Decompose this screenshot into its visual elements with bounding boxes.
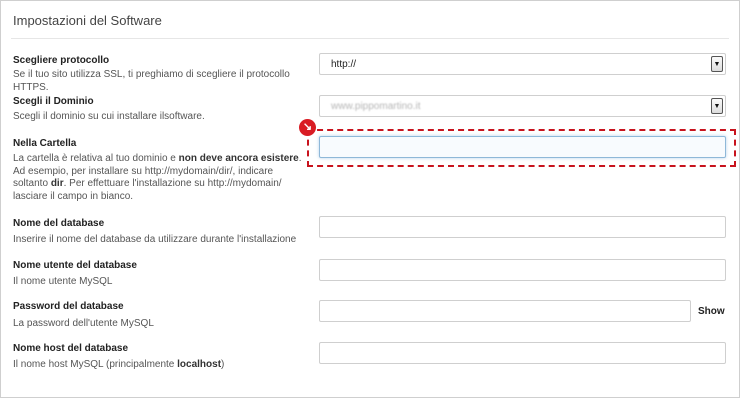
chevron-down-icon[interactable]: ▼ xyxy=(711,56,723,72)
domain-description: Scegli il dominio su cui installare ilso… xyxy=(13,111,205,122)
domain-selected-value: www.pippomartino.it xyxy=(331,100,421,112)
db-name-label: Nome del database xyxy=(13,218,105,229)
db-password-description: La password dell'utente MySQL xyxy=(13,318,154,329)
show-password-toggle[interactable]: Show xyxy=(698,306,725,317)
protocol-description: Se il tuo sito utilizza SSL, ti preghiam… xyxy=(13,69,290,93)
folder-label: Nella Cartella xyxy=(13,138,77,149)
db-user-label: Nome utente del database xyxy=(13,260,137,271)
db-user-description: Il nome utente MySQL xyxy=(13,276,113,287)
protocol-select[interactable]: http:// ▼ xyxy=(319,53,726,75)
db-host-input[interactable] xyxy=(319,342,726,364)
software-settings-panel: Impostazioni del Software Scegliere prot… xyxy=(0,0,740,398)
db-password-input[interactable] xyxy=(319,300,691,322)
chevron-down-icon[interactable]: ▼ xyxy=(711,98,723,114)
db-host-label: Nome host del database xyxy=(13,343,129,354)
db-user-input[interactable] xyxy=(319,259,726,281)
folder-description: La cartella è relativa al tuo dominio e … xyxy=(13,153,302,202)
db-name-description: Inserire il nome del database da utilizz… xyxy=(13,234,297,245)
domain-select[interactable]: www.pippomartino.it ▼ xyxy=(319,95,726,117)
db-password-label: Password del database xyxy=(13,301,124,312)
db-name-input[interactable] xyxy=(319,216,726,238)
protocol-selected-value: http:// xyxy=(331,58,357,70)
domain-label: Scegli il Dominio xyxy=(13,96,94,107)
folder-input[interactable] xyxy=(319,136,726,158)
arrow-down-right-icon: ↘ xyxy=(299,119,316,136)
protocol-label: Scegliere protocollo xyxy=(13,55,110,66)
title-divider xyxy=(11,38,729,39)
db-host-description: Il nome host MySQL (principalmente local… xyxy=(13,359,225,370)
panel-title: Impostazioni del Software xyxy=(13,13,162,28)
